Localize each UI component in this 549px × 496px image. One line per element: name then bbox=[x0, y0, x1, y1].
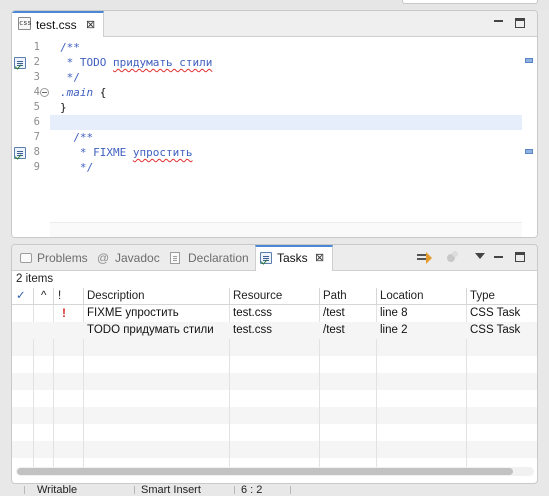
column-header-description[interactable]: Description bbox=[84, 288, 230, 305]
table-row-empty bbox=[12, 441, 537, 458]
code-line[interactable]: */ bbox=[60, 70, 80, 85]
column-header-type[interactable]: Type bbox=[467, 288, 537, 305]
status-writable: Writable bbox=[24, 484, 134, 496]
cell-location: line 8 bbox=[380, 307, 408, 319]
minimize-icon[interactable] bbox=[494, 256, 503, 258]
column-header-sort[interactable]: ^ bbox=[34, 288, 54, 305]
tab-tasks-label: Tasks bbox=[277, 251, 308, 265]
fold-collapse-icon[interactable] bbox=[40, 88, 49, 97]
css-file-icon: css bbox=[18, 17, 32, 30]
editor-tab-label: test.css bbox=[36, 18, 77, 32]
tasks-view-panel: Problems @ Javadoc Declaration Tasks ⊠ 2… bbox=[11, 244, 538, 484]
line-number: 1 bbox=[33, 41, 40, 53]
code-line[interactable]: * TODO придумать стили bbox=[60, 55, 213, 70]
tasks-horizontal-scrollbar[interactable] bbox=[16, 467, 534, 476]
task-marker-icon[interactable] bbox=[14, 57, 26, 69]
spelling-error-text: упростить bbox=[132, 146, 193, 159]
tab-declaration-label: Declaration bbox=[188, 251, 249, 265]
code-line[interactable]: * FIXME упростить bbox=[60, 145, 193, 160]
items-count: 2 items bbox=[16, 273, 54, 285]
high-priority-icon: ! bbox=[62, 306, 66, 320]
table-row-empty bbox=[12, 407, 537, 424]
editor-horizontal-scrollbar[interactable] bbox=[50, 222, 522, 237]
column-header-location[interactable]: Location bbox=[377, 288, 467, 305]
cell-type: CSS Task bbox=[470, 307, 521, 319]
table-header: ✓ ^ ! Description Resource Path Location… bbox=[12, 288, 537, 305]
column-header-priority[interactable]: ! bbox=[54, 288, 84, 305]
maximize-icon[interactable] bbox=[515, 18, 525, 28]
code-text: * TODO bbox=[60, 56, 113, 69]
code-text: * FIXME bbox=[60, 146, 133, 159]
close-icon[interactable]: ⊠ bbox=[86, 19, 95, 31]
cell-description: FIXME упростить bbox=[87, 307, 179, 319]
code-text: { bbox=[93, 86, 107, 99]
column-header-completed[interactable]: ✓ bbox=[12, 288, 34, 305]
minimize-icon[interactable] bbox=[494, 20, 503, 22]
line-number-gutter: 1 2 3 4 5 6 7 8 9 bbox=[12, 37, 50, 237]
cell-description: TODO придумать стили bbox=[87, 324, 214, 336]
tasks-table: ✓ ^ ! Description Resource Path Location… bbox=[12, 288, 537, 472]
editor-panel: css test.css ⊠ 1 2 3 4 5 6 7 8 9 /** * T… bbox=[11, 10, 538, 238]
line-number: 7 bbox=[33, 131, 40, 143]
cell-location: line 2 bbox=[380, 324, 408, 336]
task-ruler-mark[interactable] bbox=[525, 58, 533, 63]
close-icon[interactable]: ⊠ bbox=[315, 252, 324, 264]
spelling-error-text: придумать стили bbox=[112, 56, 213, 69]
declaration-icon bbox=[170, 252, 180, 264]
overview-ruler[interactable] bbox=[522, 37, 537, 237]
status-insert-mode: Smart Insert bbox=[134, 484, 234, 496]
code-line[interactable]: /** bbox=[60, 40, 80, 55]
view-menu-icon[interactable] bbox=[475, 253, 485, 259]
quick-access-field[interactable] bbox=[402, 0, 538, 4]
cell-resource: test.css bbox=[233, 307, 272, 319]
problems-icon bbox=[20, 253, 32, 263]
table-row[interactable]: ! FIXME упростить test.css /test line 8 … bbox=[12, 305, 537, 322]
goto-task-icon[interactable] bbox=[417, 252, 433, 264]
line-number: 4 bbox=[33, 86, 40, 98]
cell-resource: test.css bbox=[233, 324, 272, 336]
code-line[interactable]: } bbox=[60, 100, 67, 115]
css-selector: .main bbox=[60, 86, 94, 99]
current-line-highlight bbox=[50, 115, 537, 130]
cell-type: CSS Task bbox=[470, 324, 521, 336]
status-writable-text: Writable bbox=[37, 484, 78, 496]
tab-tasks[interactable]: Tasks ⊠ bbox=[255, 245, 333, 271]
tab-javadoc-label: Javadoc bbox=[115, 251, 160, 265]
editor-tab-test-css[interactable]: css test.css ⊠ bbox=[12, 11, 104, 37]
column-header-resource[interactable]: Resource bbox=[230, 288, 320, 305]
status-position-text: 6 : 2 bbox=[241, 484, 263, 496]
line-number: 9 bbox=[33, 161, 40, 173]
maximize-icon[interactable] bbox=[515, 252, 525, 262]
tasks-icon bbox=[260, 252, 272, 264]
scrollbar-thumb[interactable] bbox=[17, 468, 513, 475]
line-number: 3 bbox=[33, 71, 40, 83]
code-line[interactable]: /** bbox=[60, 130, 93, 145]
status-separator bbox=[290, 486, 302, 494]
column-header-path[interactable]: Path bbox=[320, 288, 377, 305]
line-number: 6 bbox=[33, 116, 40, 128]
status-bar: Writable Smart Insert 6 : 2 bbox=[0, 484, 549, 496]
tab-problems[interactable]: Problems bbox=[18, 245, 90, 271]
code-line[interactable]: */ bbox=[60, 160, 93, 175]
code-line[interactable]: .main { bbox=[60, 85, 106, 100]
javadoc-icon: @ bbox=[97, 251, 110, 265]
tab-problems-label: Problems bbox=[37, 251, 88, 265]
cell-path: /test bbox=[323, 307, 345, 319]
new-task-icon[interactable] bbox=[446, 251, 460, 265]
task-ruler-mark[interactable] bbox=[525, 149, 533, 154]
cell-path: /test bbox=[323, 324, 345, 336]
tab-declaration[interactable]: Declaration bbox=[168, 245, 256, 271]
table-row-empty bbox=[12, 339, 537, 356]
table-row-empty bbox=[12, 373, 537, 390]
task-marker-icon[interactable] bbox=[14, 147, 26, 159]
editor-tab-bar: css test.css ⊠ bbox=[12, 11, 537, 37]
table-row[interactable]: TODO придумать стили test.css /test line… bbox=[12, 322, 537, 339]
view-tab-bar: Problems @ Javadoc Declaration Tasks ⊠ bbox=[12, 245, 537, 271]
status-cursor-position: 6 : 2 bbox=[234, 484, 290, 496]
status-insert-text: Smart Insert bbox=[141, 484, 201, 496]
tab-javadoc[interactable]: @ Javadoc bbox=[96, 245, 162, 271]
line-number: 5 bbox=[33, 101, 40, 113]
